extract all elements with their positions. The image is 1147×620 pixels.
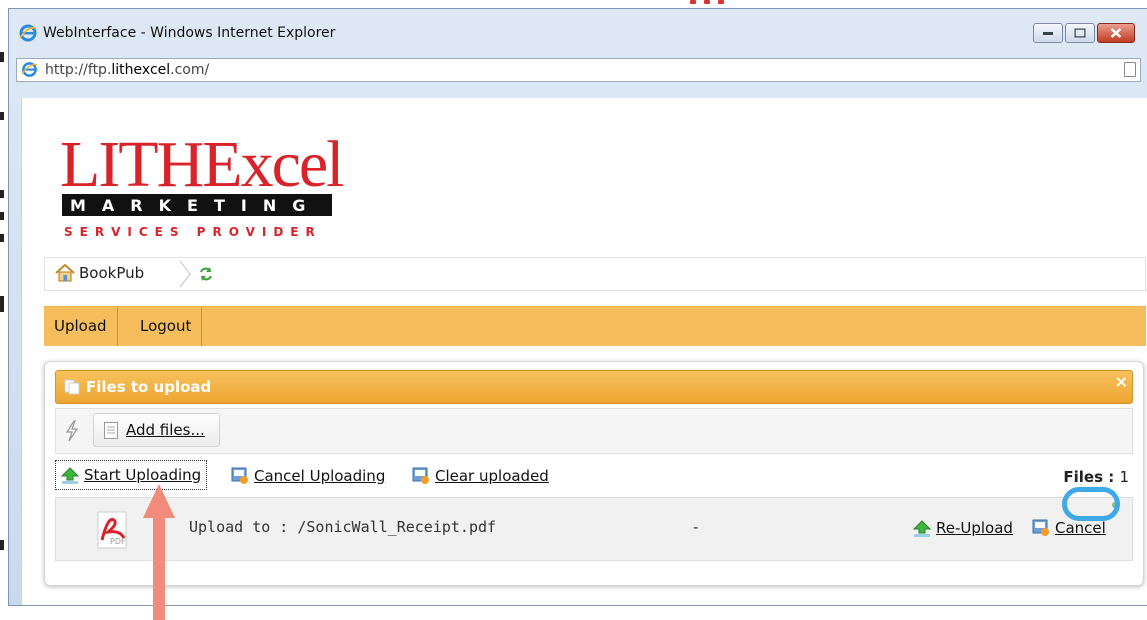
breadcrumb-separator-icon: [179, 260, 191, 288]
refresh-icon[interactable]: [198, 266, 214, 282]
maximize-icon: [1074, 28, 1086, 38]
svg-text:SERVICES PROVIDER: SERVICES PROVIDER: [64, 225, 322, 239]
cancel-upload-icon: [231, 467, 248, 484]
add-files-button[interactable]: Add files...: [93, 413, 220, 447]
background-edge: [0, 0, 8, 620]
menu-item-logout[interactable]: Logout: [130, 307, 203, 346]
annotation-highlight-circle: [1062, 487, 1120, 521]
lightning-icon: [65, 420, 79, 442]
reupload-label: Re-Upload: [936, 519, 1013, 537]
minimize-icon: [1043, 32, 1053, 35]
upload-arrow-icon: [913, 519, 931, 537]
page-favicon-icon: [21, 62, 38, 77]
clear-uploaded-icon: [412, 467, 429, 484]
cancel-uploading-button[interactable]: Cancel Uploading: [231, 463, 385, 489]
breadcrumb-home-label: BookPub: [79, 264, 145, 282]
url-suffix: .com/: [170, 62, 210, 78]
close-window-button[interactable]: [1097, 23, 1135, 43]
url-domain: lithexcel: [111, 62, 171, 78]
menu-item-upload[interactable]: Upload: [44, 307, 118, 346]
url-prefix: http://ftp.: [45, 62, 112, 78]
cancel-file-label: Cancel: [1055, 519, 1106, 537]
home-icon: [55, 264, 75, 282]
url-text[interactable]: http://ftp.lithexcel.com/: [45, 62, 209, 78]
main-menu: Upload Logout: [44, 306, 1146, 346]
cancel-file-button[interactable]: Cancel: [1032, 519, 1106, 537]
svg-text:LITHExcel: LITHExcel: [60, 128, 344, 201]
file-target-path: Upload to : /SonicWall_Receipt.pdf: [189, 518, 497, 536]
annotation-arrow: [143, 484, 175, 620]
cancel-upload-icon: [1032, 519, 1049, 536]
clear-uploaded-button[interactable]: Clear uploaded: [412, 463, 549, 489]
upload-arrow-icon: [61, 466, 79, 484]
background-red-marks: [690, 0, 730, 6]
page-content: LITHExcel MARKETING SERVICES PROVIDER Bo…: [21, 98, 1147, 605]
files-count-label: Files :: [1063, 468, 1115, 486]
breadcrumb: BookPub: [44, 257, 1146, 291]
file-row: PDF Upload to : /SonicWall_Receipt.pdf -…: [55, 497, 1133, 561]
close-panel-button[interactable]: ×: [1115, 372, 1128, 391]
lithexcel-logo: LITHExcel MARKETING SERVICES PROVIDER: [60, 128, 346, 239]
internet-explorer-icon: [19, 24, 37, 42]
compatibility-view-icon[interactable]: [1124, 62, 1136, 77]
upload-panel-header: Files to upload ×: [55, 370, 1133, 404]
minimize-button[interactable]: [1033, 23, 1063, 43]
maximize-button[interactable]: [1065, 23, 1095, 43]
start-uploading-button[interactable]: Start Uploading: [55, 460, 208, 490]
documents-icon: [64, 379, 80, 395]
pdf-icon: PDF: [97, 511, 127, 549]
svg-text:MARKETING: MARKETING: [70, 196, 321, 215]
window-controls: [1033, 23, 1135, 43]
upload-actions: Start Uploading Cancel Uploading Clear u…: [55, 457, 1133, 497]
title-bar[interactable]: WebInterface - Windows Internet Explorer: [9, 9, 1147, 59]
reupload-button[interactable]: Re-Upload: [913, 519, 1013, 537]
add-files-label: Add files...: [126, 421, 205, 439]
cancel-uploading-label: Cancel Uploading: [254, 467, 386, 485]
upload-panel: Files to upload × Add files... Start Upl…: [44, 361, 1144, 586]
svg-text:PDF: PDF: [110, 537, 126, 546]
upload-toolbar: Add files...: [55, 408, 1133, 454]
address-bar[interactable]: http://ftp.lithexcel.com/: [16, 58, 1141, 82]
file-size: -: [693, 518, 699, 536]
files-count-value: 1: [1119, 468, 1129, 486]
document-icon: [104, 421, 118, 439]
files-count: Files : 1: [1063, 468, 1129, 486]
window-title: WebInterface - Windows Internet Explorer: [43, 25, 336, 41]
close-icon: [1110, 28, 1122, 38]
upload-panel-title: Files to upload: [86, 378, 212, 396]
clear-uploaded-label: Clear uploaded: [435, 467, 549, 485]
breadcrumb-home[interactable]: BookPub: [55, 264, 144, 282]
